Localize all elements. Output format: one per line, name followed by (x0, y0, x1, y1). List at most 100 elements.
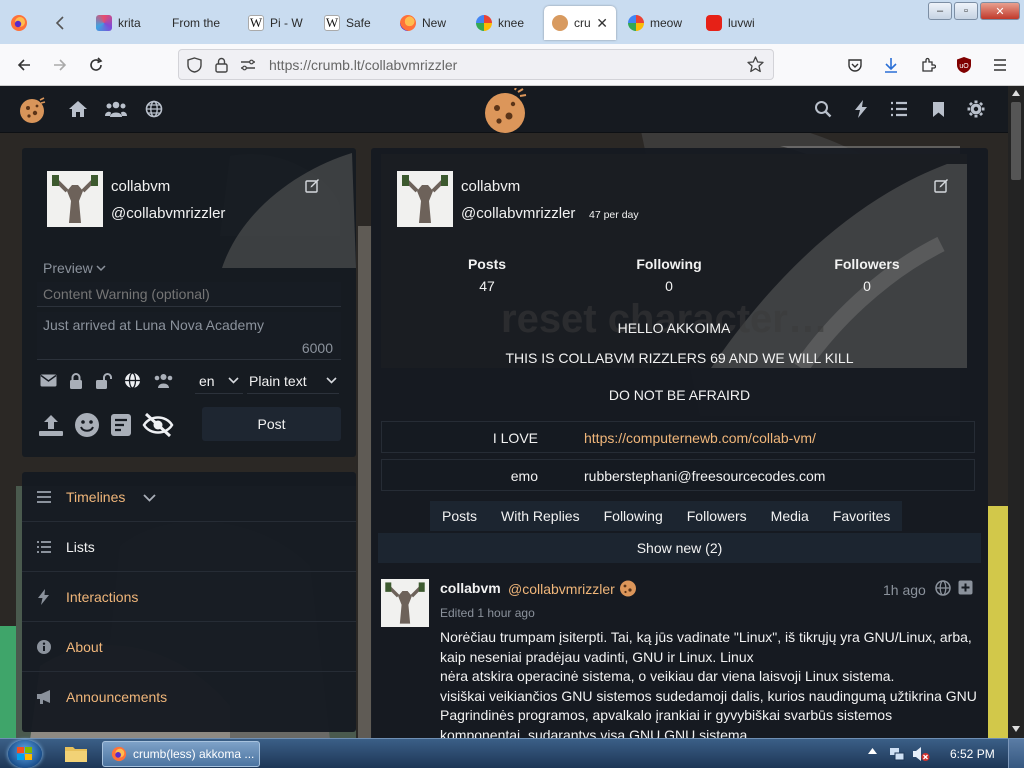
url-bar[interactable]: https://crumb.lt/collabvmrizzler (178, 49, 774, 80)
bookmark-star-icon[interactable] (747, 56, 764, 73)
stat-following[interactable]: Following 0 (626, 256, 712, 294)
lock-icon[interactable] (69, 372, 83, 389)
home-icon[interactable] (67, 98, 89, 120)
edit-profile-icon[interactable] (934, 178, 949, 193)
center-cookie-logo-icon[interactable] (482, 88, 528, 134)
tab-media[interactable]: Media (759, 501, 821, 531)
ublock-button[interactable]: uO (952, 53, 976, 77)
preview-toggle[interactable]: Preview (43, 260, 106, 276)
bookmark-icon[interactable] (927, 98, 949, 120)
format-select[interactable]: Plain text (247, 368, 339, 394)
reload-button[interactable] (84, 53, 108, 77)
sidebar-item-announcements[interactable]: Announcements (22, 672, 356, 722)
post-rate: 47 per day (589, 209, 639, 221)
list-icon[interactable] (888, 98, 910, 120)
taskbar-firefox-window[interactable]: crumb(less) akkoma ... (102, 741, 260, 767)
tab-crumb-active[interactable]: cru ✕ (544, 6, 616, 40)
expand-post-icon[interactable] (958, 580, 973, 595)
show-desktop-button[interactable] (1008, 739, 1024, 768)
network-icon[interactable] (889, 746, 905, 762)
stat-posts[interactable]: Posts 47 (452, 256, 522, 294)
close-tab-icon[interactable]: ✕ (596, 15, 608, 32)
scrollbar-thumb[interactable] (1011, 102, 1021, 180)
stat-followers[interactable]: Followers 0 (824, 256, 910, 294)
post-edited-note: Edited 1 hour ago (440, 606, 535, 620)
profile-avatar[interactable] (397, 171, 453, 227)
bolt-icon[interactable] (850, 98, 872, 120)
globe-icon[interactable] (143, 98, 165, 120)
post-avatar[interactable] (381, 579, 429, 627)
sidebar-item-about[interactable]: About (22, 622, 356, 672)
poll-icon[interactable] (110, 413, 132, 437)
back-button[interactable] (12, 53, 36, 77)
downloads-button[interactable] (879, 53, 903, 77)
tab-google-knee[interactable]: knee (468, 6, 542, 40)
google-favicon-icon (476, 15, 492, 31)
post-author-handle[interactable]: @collabvmrizzler (508, 581, 615, 597)
avatar[interactable] (47, 171, 103, 227)
tab-followers[interactable]: Followers (675, 501, 759, 531)
close-window-button[interactable]: ✕ (980, 2, 1020, 20)
pocket-button[interactable] (843, 53, 867, 77)
tab-google-meow[interactable]: meow (620, 6, 694, 40)
tab-new[interactable]: New (392, 6, 464, 40)
people-icon[interactable] (105, 98, 127, 120)
composer-display-name: collabvm (111, 178, 171, 195)
scroll-up-arrow-icon[interactable] (1012, 90, 1020, 96)
app-menu-button[interactable] (988, 53, 1012, 77)
maximize-icon: ▫ (964, 5, 968, 17)
search-icon[interactable] (812, 98, 834, 120)
post-timestamp[interactable]: 1h ago (883, 582, 926, 598)
tracking-protection-shield-icon[interactable] (187, 57, 202, 73)
forward-button[interactable] (48, 53, 72, 77)
tab-following[interactable]: Following (592, 501, 675, 531)
post-button[interactable]: Post (202, 407, 341, 441)
firefox-menu-icon[interactable] (6, 10, 32, 36)
page-scrollbar[interactable] (1008, 86, 1024, 740)
sidebar-item-interactions[interactable]: Interactions (22, 572, 356, 622)
start-button[interactable] (8, 740, 42, 768)
maximize-button[interactable]: ▫ (954, 2, 978, 20)
people-icon[interactable] (153, 373, 174, 388)
scroll-down-arrow-icon[interactable] (1012, 726, 1020, 732)
unlock-icon[interactable] (95, 372, 112, 389)
post-body-textarea[interactable]: Just arrived at Luna Nova Academy 6000 (37, 312, 341, 360)
minimize-button[interactable]: – (928, 2, 952, 20)
post-line: visiškai veikiančios GNU sistemos sudeda… (440, 687, 977, 704)
lock-icon[interactable] (215, 57, 228, 73)
windows-taskbar: crumb(less) akkoma ... 6:52 PM (0, 738, 1024, 768)
tab-posts[interactable]: Posts (430, 501, 490, 531)
tab-with-replies[interactable]: With Replies (489, 501, 592, 531)
extensions-button[interactable] (916, 53, 940, 77)
globe-icon[interactable] (124, 372, 141, 389)
language-select[interactable]: en (195, 368, 243, 394)
tab-favorites[interactable]: Favorites (821, 501, 903, 531)
post-author-name[interactable]: collabvm (440, 580, 501, 596)
wikipedia-favicon-icon: W (248, 15, 264, 31)
tab-wikipedia-safe[interactable]: W Safe (316, 6, 388, 40)
edit-profile-icon[interactable] (305, 178, 320, 193)
tab-wikipedia-pi[interactable]: W Pi - W (240, 6, 312, 40)
eye-slash-icon[interactable] (142, 412, 174, 438)
gear-icon[interactable] (965, 98, 987, 120)
permissions-icon[interactable] (240, 58, 256, 72)
show-hidden-icons-arrow-icon[interactable] (868, 748, 877, 754)
profile-field-link[interactable]: https://computernewb.com/collab-vm/ (584, 430, 816, 446)
post-line: kaip neseniai pradėjau vadinti, GNU ir L… (440, 648, 754, 665)
tab-from-the[interactable]: From the (164, 6, 240, 40)
tab-krita[interactable]: krita (88, 6, 158, 40)
upload-icon[interactable] (38, 413, 64, 437)
taskbar-clock[interactable]: 6:52 PM (950, 747, 995, 761)
tab-scroll-left-button[interactable] (48, 12, 72, 34)
tab-youtube-luvwi[interactable]: luvwi (698, 6, 768, 40)
file-explorer-icon[interactable] (64, 744, 88, 763)
sidebar-item-lists[interactable]: Lists (22, 522, 356, 572)
show-new-button[interactable]: Show new (2) (378, 533, 981, 563)
sidebar-item-timelines[interactable]: Timelines (22, 472, 356, 522)
volume-muted-icon[interactable] (912, 746, 930, 762)
content-warning-input[interactable] (37, 282, 341, 307)
site-logo-icon[interactable] (18, 96, 46, 124)
emoji-icon[interactable] (74, 412, 100, 438)
envelope-icon[interactable] (40, 374, 57, 387)
profile-column: reset character… collabvm @collabvmrizzl… (371, 148, 988, 740)
